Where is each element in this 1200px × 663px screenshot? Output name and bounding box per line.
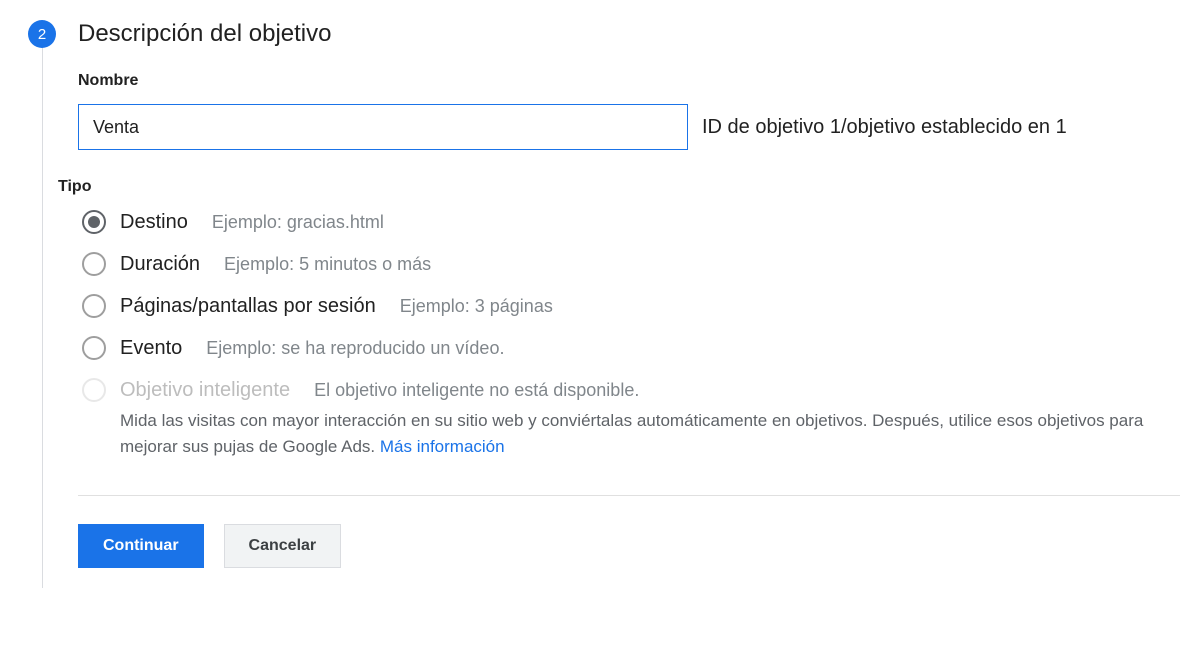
radio-example: Ejemplo: gracias.html: [212, 212, 384, 233]
cancel-button[interactable]: Cancelar: [224, 524, 342, 568]
type-radio-group: Destino Ejemplo: gracias.html Duración Ejem…: [78, 210, 1180, 402]
objective-id-text: ID de objetivo 1/objetivo establecido en…: [702, 116, 1067, 139]
radio-circle-icon[interactable]: [82, 336, 106, 360]
radio-example: Ejemplo: se ha reproducido un vídeo.: [206, 338, 504, 359]
radio-label: Objetivo inteligente: [120, 379, 290, 402]
divider: [78, 495, 1180, 496]
radio-circle-icon[interactable]: [82, 252, 106, 276]
radio-label: Destino: [120, 211, 188, 234]
name-field-label: Nombre: [78, 72, 1180, 90]
radio-circle-icon[interactable]: [82, 294, 106, 318]
radio-example: Ejemplo: 3 páginas: [400, 296, 553, 317]
section-title: Descripción del objetivo: [78, 20, 1180, 48]
radio-circle-icon[interactable]: [82, 210, 106, 234]
radio-dot-icon: [88, 216, 100, 228]
more-info-link[interactable]: Más información: [380, 437, 505, 456]
button-row: Continuar Cancelar: [78, 524, 1180, 568]
content-column: Descripción del objetivo Nombre ID de ob…: [78, 20, 1200, 588]
name-input[interactable]: [78, 104, 688, 150]
radio-circle-icon: [82, 378, 106, 402]
radio-label: Páginas/pantallas por sesión: [120, 295, 376, 318]
type-radio-item[interactable]: Destino Ejemplo: gracias.html: [82, 210, 1180, 234]
type-radio-item[interactable]: Páginas/pantallas por sesión Ejemplo: 3 p…: [82, 294, 1180, 318]
radio-example: El objetivo inteligente no está disponib…: [314, 380, 639, 401]
smart-goal-desc-text: Mida las visitas con mayor interacción e…: [120, 411, 1143, 456]
smart-goal-description: Mida las visitas con mayor interacción e…: [78, 408, 1158, 459]
radio-example: Ejemplo: 5 minutos o más: [224, 254, 431, 275]
name-row: ID de objetivo 1/objetivo establecido en…: [78, 104, 1180, 150]
type-radio-item: Objetivo inteligente El objetivo intelige…: [82, 378, 1180, 402]
type-field-label: Tipo: [58, 178, 1180, 196]
goal-description-step: 2 Descripción del objetivo Nombre ID de …: [0, 0, 1200, 588]
radio-label: Duración: [120, 253, 200, 276]
step-indicator-column: 2: [28, 20, 78, 588]
radio-label: Evento: [120, 337, 182, 360]
type-radio-item[interactable]: Evento Ejemplo: se ha reproducido un víde…: [82, 336, 1180, 360]
step-number-badge: 2: [28, 20, 56, 48]
type-radio-item[interactable]: Duración Ejemplo: 5 minutos o más: [82, 252, 1180, 276]
step-vertical-line: [42, 20, 43, 588]
continue-button[interactable]: Continuar: [78, 524, 204, 568]
